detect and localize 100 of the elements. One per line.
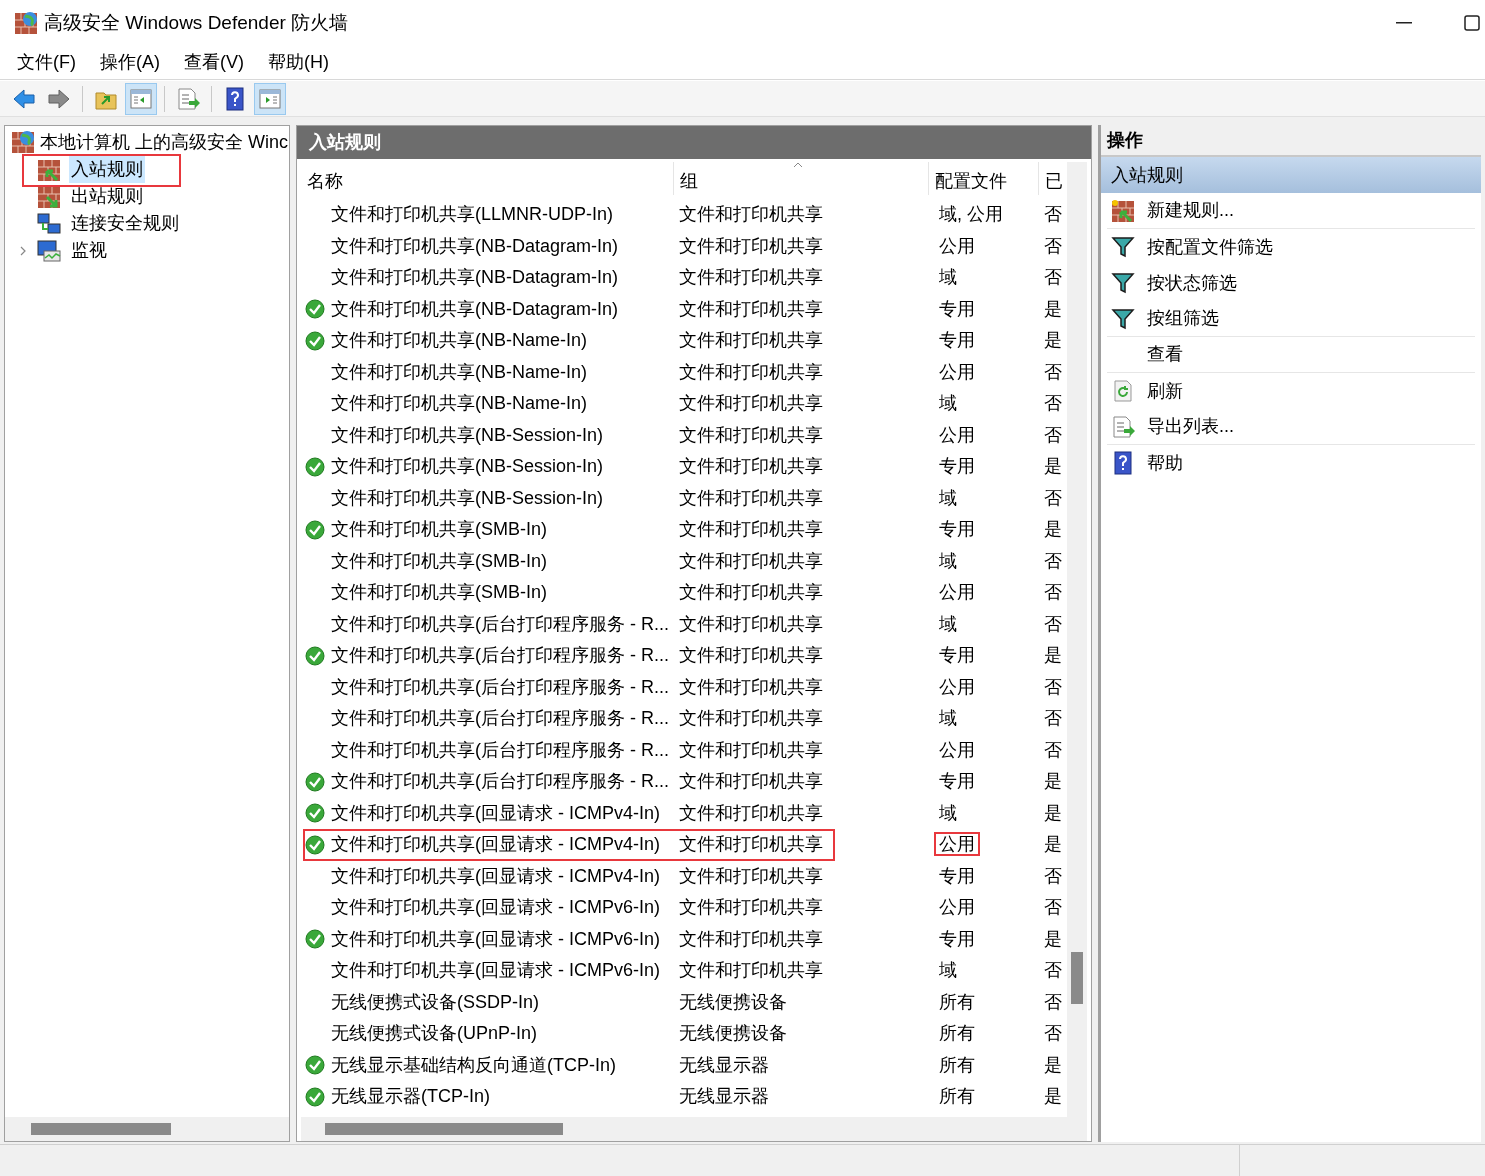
table-cell-text: 文件和打印机共享 bbox=[678, 707, 824, 731]
rule-name[interactable]: 文件和打印机共享(SMB-In) bbox=[331, 547, 547, 575]
rule-name[interactable]: 文件和打印机共享(后台打印程序服务 - R... bbox=[331, 736, 669, 764]
rule-name[interactable]: 文件和打印机共享(LLMNR-UDP-In) bbox=[331, 201, 613, 229]
table-cell-text: 文件和打印机共享 bbox=[678, 360, 824, 384]
tree-item[interactable]: 入站规则 bbox=[69, 156, 145, 183]
table-cell-text: 域 bbox=[938, 707, 958, 731]
action-link[interactable]: 查看 bbox=[1147, 341, 1183, 368]
help-icon bbox=[223, 86, 247, 111]
firewall-icon bbox=[11, 130, 35, 154]
menu-item[interactable]: 查看(V) bbox=[184, 49, 244, 76]
action-link[interactable]: 按配置文件筛选 bbox=[1147, 233, 1273, 261]
table-cell-text: 文件和打印机共享 bbox=[678, 927, 824, 951]
rule-name[interactable]: 文件和打印机共享(NB-Datagram-In) bbox=[331, 295, 619, 323]
menu-item[interactable]: 帮助(H) bbox=[268, 49, 329, 76]
table-cell-text: 专用 bbox=[938, 297, 976, 321]
table-cell-text: 文件和打印机共享 bbox=[678, 518, 824, 542]
tree-item[interactable]: 出站规则 bbox=[69, 183, 145, 210]
expand-chevron-icon[interactable] bbox=[19, 244, 27, 257]
table-cell-text: 否 bbox=[1043, 423, 1063, 447]
rule-name[interactable]: 无线显示基础结构反向通道(TCP-In) bbox=[331, 1051, 616, 1079]
rule-name[interactable]: 文件和打印机共享(SMB-In) bbox=[331, 516, 547, 544]
action-link[interactable]: 导出列表... bbox=[1147, 413, 1234, 440]
horizontal-scrollbar[interactable] bbox=[301, 1117, 1087, 1141]
rule-name[interactable]: 文件和打印机共享(回显请求 - ICMPv6-In) bbox=[331, 957, 660, 985]
table-cell-text: 文件和打印机共享 bbox=[678, 266, 824, 290]
rule-name[interactable]: 文件和打印机共享(后台打印程序服务 - R... bbox=[331, 642, 669, 670]
rule-name[interactable]: 文件和打印机共享(回显请求 - ICMPv6-In) bbox=[331, 925, 660, 953]
table-cell-text: 域, 公用 bbox=[938, 203, 1004, 227]
table-cell-text: 否 bbox=[1043, 581, 1063, 605]
back-arrow-icon bbox=[12, 86, 36, 111]
table-cell-text: 否 bbox=[1043, 675, 1063, 699]
table-cell-text: 无线显示器 bbox=[678, 1053, 770, 1077]
column-header[interactable]: 已 bbox=[1045, 168, 1063, 195]
table-cell-text: 文件和打印机共享 bbox=[678, 612, 824, 636]
table-cell-text: 无线便携设备 bbox=[678, 990, 788, 1014]
table-cell-text: 专用 bbox=[938, 518, 976, 542]
action-link[interactable]: 帮助 bbox=[1147, 449, 1183, 477]
table-cell-text: 专用 bbox=[938, 927, 976, 951]
horizontal-scrollbar[interactable] bbox=[5, 1117, 289, 1141]
table-cell-text: 文件和打印机共享 bbox=[678, 833, 824, 857]
menu-item[interactable]: 文件(F) bbox=[17, 49, 76, 76]
rule-name[interactable]: 文件和打印机共享(NB-Name-In) bbox=[331, 327, 587, 355]
table-cell-text: 否 bbox=[1043, 738, 1063, 762]
pane-toggle-icon bbox=[258, 86, 282, 111]
rule-name[interactable]: 文件和打印机共享(回显请求 - ICMPv4-In) bbox=[331, 831, 660, 859]
filter-icon bbox=[1111, 235, 1135, 259]
section-header[interactable]: 入站规则 bbox=[1101, 157, 1481, 193]
action-link[interactable]: 刷新 bbox=[1147, 377, 1183, 405]
filter-icon bbox=[1111, 306, 1135, 331]
rule-name[interactable]: 文件和打印机共享(NB-Name-In) bbox=[331, 390, 587, 418]
column-header[interactable]: 组 bbox=[680, 168, 698, 195]
table-cell-text: 文件和打印机共享 bbox=[678, 581, 824, 605]
tree-item[interactable]: 本地计算机 上的高级安全 Winc bbox=[40, 128, 288, 156]
column-header[interactable]: 名称 bbox=[307, 168, 343, 195]
table-cell-text: 文件和打印机共享 bbox=[678, 455, 824, 479]
tree-item[interactable]: 连接安全规则 bbox=[69, 210, 181, 237]
maximize-icon[interactable] bbox=[1464, 15, 1480, 31]
table-cell-text: 专用 bbox=[938, 864, 976, 888]
rule-name[interactable]: 无线便携式设备(SSDP-In) bbox=[331, 988, 539, 1016]
table-cell-text: 公用 bbox=[938, 234, 976, 258]
rule-name[interactable]: 文件和打印机共享(NB-Name-In) bbox=[331, 358, 587, 386]
rule-name[interactable]: 文件和打印机共享(NB-Datagram-In) bbox=[331, 232, 619, 260]
table-cell-text: 否 bbox=[1043, 959, 1063, 983]
minimize-icon[interactable] bbox=[1396, 22, 1412, 24]
rule-name[interactable]: 文件和打印机共享(NB-Session-In) bbox=[331, 484, 604, 512]
tree-item[interactable]: 监视 bbox=[69, 237, 109, 264]
table-cell-text: 否 bbox=[1043, 360, 1063, 384]
rule-name[interactable]: 文件和打印机共享(后台打印程序服务 - R... bbox=[331, 610, 669, 638]
rule-name[interactable]: 文件和打印机共享(后台打印程序服务 - R... bbox=[331, 768, 669, 796]
table-cell-text: 否 bbox=[1043, 707, 1063, 731]
rule-name[interactable]: 文件和打印机共享(NB-Session-In) bbox=[331, 453, 604, 481]
rule-name[interactable]: 文件和打印机共享(后台打印程序服务 - R... bbox=[331, 705, 669, 733]
rule-name[interactable]: 无线显示器(TCP-In) bbox=[331, 1083, 490, 1111]
table-cell-text: 否 bbox=[1043, 896, 1063, 920]
rule-name[interactable]: 文件和打印机共享(SMB-In) bbox=[331, 579, 547, 607]
column-header[interactable]: 配置文件 bbox=[935, 168, 1007, 195]
action-link[interactable]: 新建规则... bbox=[1147, 197, 1234, 224]
action-link[interactable]: 按组筛选 bbox=[1147, 305, 1219, 332]
rule-name[interactable]: 文件和打印机共享(回显请求 - ICMPv6-In) bbox=[331, 894, 660, 922]
table-cell-text: 专用 bbox=[938, 644, 976, 668]
table-cell-text: 否 bbox=[1043, 864, 1063, 888]
action-link[interactable]: 按状态筛选 bbox=[1147, 269, 1237, 297]
table-cell-text: 文件和打印机共享 bbox=[678, 423, 824, 447]
rule-name[interactable]: 文件和打印机共享(回显请求 - ICMPv4-In) bbox=[331, 799, 660, 827]
rule-name[interactable]: 文件和打印机共享(后台打印程序服务 - R... bbox=[331, 673, 669, 701]
export-list-icon bbox=[1111, 414, 1135, 439]
table-cell-text: 文件和打印机共享 bbox=[678, 959, 824, 983]
vertical-scrollbar[interactable] bbox=[1067, 162, 1087, 1117]
rule-name[interactable]: 文件和打印机共享(NB-Datagram-In) bbox=[331, 264, 619, 292]
table-cell-text: 公用 bbox=[938, 738, 976, 762]
table-cell-text: 公用 bbox=[938, 896, 976, 920]
table-cell-text: 域 bbox=[938, 959, 958, 983]
menu-item[interactable]: 操作(A) bbox=[100, 49, 160, 76]
rule-name[interactable]: 文件和打印机共享(NB-Session-In) bbox=[331, 421, 604, 449]
table-cell-text: 是 bbox=[1043, 1085, 1063, 1109]
monitor-icon bbox=[37, 238, 61, 263]
table-cell-text: 否 bbox=[1043, 392, 1063, 416]
rule-name[interactable]: 无线便携式设备(UPnP-In) bbox=[331, 1020, 537, 1048]
rule-name[interactable]: 文件和打印机共享(回显请求 - ICMPv4-In) bbox=[331, 862, 660, 890]
